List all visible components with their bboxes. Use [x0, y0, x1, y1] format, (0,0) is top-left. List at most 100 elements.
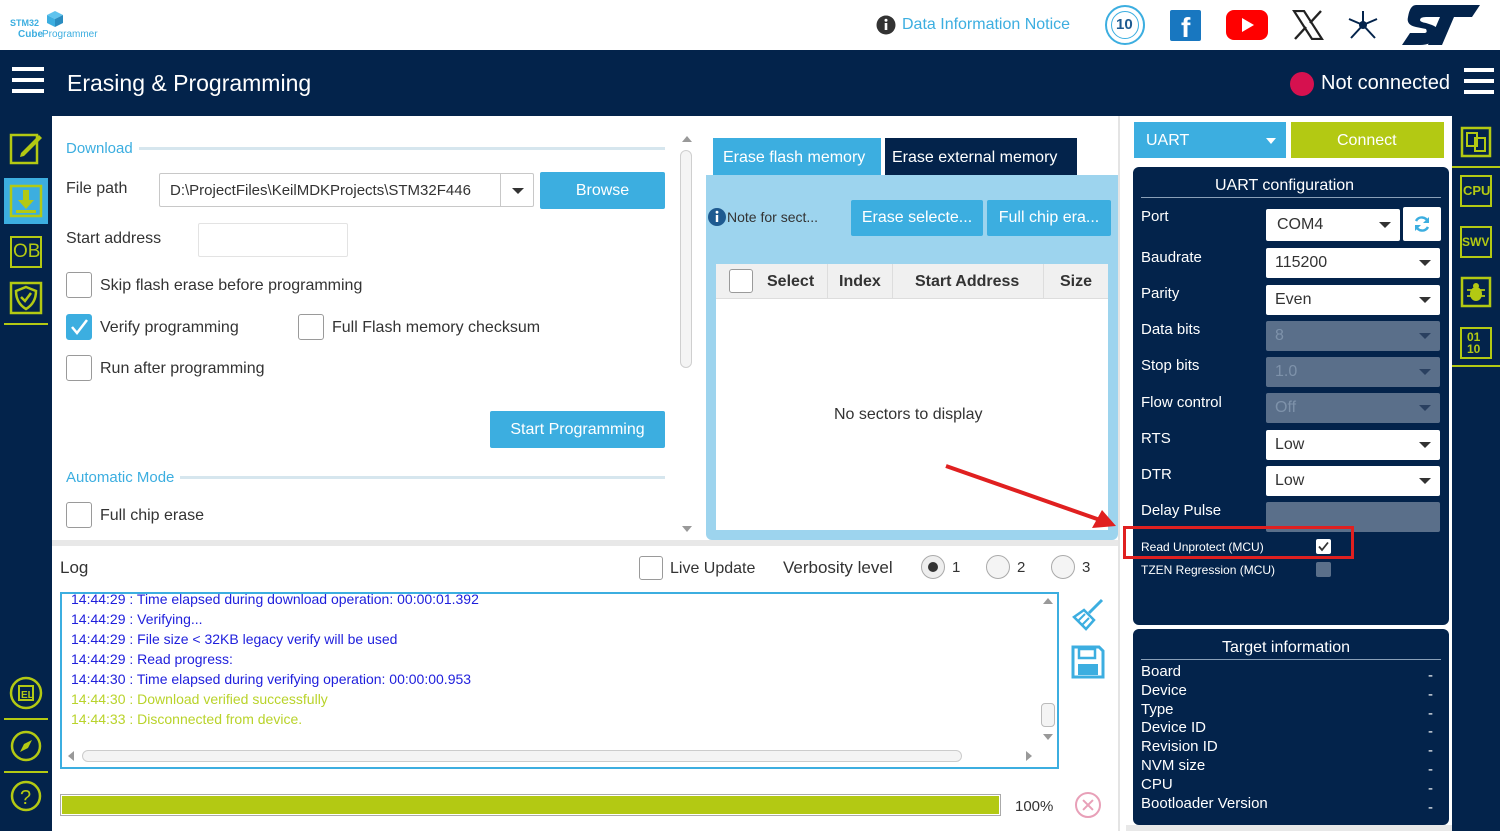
- target-info-label: Board: [1141, 663, 1182, 680]
- youtube-icon[interactable]: [1226, 10, 1268, 40]
- interface-select[interactable]: UART: [1134, 122, 1286, 158]
- logo-text-stm32: STM32: [10, 18, 40, 28]
- full-flash-checksum-checkbox[interactable]: [298, 314, 324, 340]
- file-path-combobox[interactable]: D:\ProjectFiles\KeilMDKProjects\STM32F44…: [159, 173, 534, 207]
- verbosity-radio-3[interactable]: [1051, 555, 1075, 579]
- svg-text:?: ?: [20, 787, 31, 809]
- facebook-icon[interactable]: f: [1170, 10, 1201, 43]
- tzen-regression-label: TZEN Regression (MCU): [1141, 563, 1276, 577]
- tab-erase-external-memory[interactable]: Erase external memory: [885, 138, 1077, 176]
- refresh-icon: [1414, 216, 1430, 232]
- dtr-select[interactable]: Low: [1266, 466, 1440, 496]
- binary-icon[interactable]: 01 10: [1460, 327, 1492, 359]
- browse-button[interactable]: Browse: [540, 172, 665, 209]
- interface-value: UART: [1146, 132, 1190, 149]
- verbosity-radio-1[interactable]: [921, 555, 945, 579]
- binary-icon-bottom: 10: [1467, 342, 1481, 356]
- dtr-label: DTR: [1141, 466, 1172, 483]
- col-index[interactable]: Index: [839, 273, 881, 291]
- target-info-label: Device: [1141, 681, 1187, 699]
- log-horizontal-scrollbar[interactable]: [62, 747, 1040, 765]
- help-icon: ?: [10, 780, 42, 812]
- notice-label: Data Information Notice: [902, 16, 1071, 33]
- start-address-input[interactable]: [198, 223, 348, 257]
- run-after-programming-checkbox[interactable]: [66, 355, 92, 381]
- ob-icon: OB: [10, 236, 42, 268]
- connect-button[interactable]: Connect: [1291, 122, 1444, 158]
- col-select[interactable]: Select: [767, 273, 814, 291]
- anniversary-badge-icon[interactable]: 10: [1105, 5, 1145, 45]
- nav-option-bytes[interactable]: OB: [4, 232, 48, 272]
- data-bits-select: 8: [1266, 321, 1440, 351]
- target-info-label: Type: [1141, 700, 1174, 718]
- verbosity-radio-2[interactable]: [986, 555, 1010, 579]
- network-icon[interactable]: [1346, 9, 1380, 41]
- target-info-label: Device ID: [1141, 719, 1207, 737]
- sectors-table-header: Select Index Start Address Size: [716, 264, 1108, 299]
- save-icon[interactable]: [1071, 645, 1105, 679]
- rts-select[interactable]: Low: [1266, 430, 1440, 460]
- file-path-label: File path: [66, 180, 128, 197]
- col-size[interactable]: Size: [1060, 273, 1092, 291]
- nav-erasing-programming[interactable]: [4, 178, 48, 224]
- log-output[interactable]: 14:44:29 : Time elapsed during download …: [60, 592, 1059, 769]
- verify-programming-checkbox[interactable]: [66, 314, 92, 340]
- erase-selected-button[interactable]: Erase selecte...: [851, 200, 983, 236]
- select-all-checkbox[interactable]: [729, 269, 753, 293]
- stop-bits-label: Stop bits: [1141, 357, 1200, 374]
- baudrate-value: 115200: [1275, 254, 1328, 271]
- download-panel-scrollbar[interactable]: [678, 132, 694, 538]
- scrollbar-thumb[interactable]: [680, 150, 692, 368]
- target-info-value: -: [1428, 723, 1433, 741]
- nav-debug[interactable]: [1458, 274, 1494, 310]
- cpu-icon[interactable]: CPU: [1460, 175, 1492, 207]
- flow-control-value: Off: [1275, 399, 1297, 416]
- tab-erase-flash-memory[interactable]: Erase flash memory: [713, 138, 881, 176]
- col-start-address[interactable]: Start Address: [915, 273, 1019, 291]
- menu-icon[interactable]: [12, 67, 44, 95]
- nav-el[interactable]: EL: [4, 671, 48, 715]
- log-line: 14:44:30 : Download verified successfull…: [71, 691, 328, 707]
- refresh-ports-button[interactable]: [1403, 207, 1441, 241]
- st-logo-icon[interactable]: [1402, 5, 1480, 45]
- options-menu-icon[interactable]: [1464, 68, 1494, 96]
- progress-bar: [60, 794, 1001, 816]
- log-panel: Log Live Update Verbosity level 1 2 3 14…: [52, 546, 1118, 831]
- log-vertical-scrollbar[interactable]: [1040, 594, 1056, 746]
- note-label: Note for sect...: [727, 209, 819, 225]
- broom-icon[interactable]: [1072, 598, 1106, 632]
- data-bits-label: Data bits: [1141, 321, 1201, 338]
- parity-select[interactable]: Even: [1266, 285, 1440, 315]
- rts-value: Low: [1275, 436, 1305, 453]
- nav-compare[interactable]: [1458, 124, 1494, 162]
- shield-icon: [9, 281, 43, 315]
- target-info-label: Bootloader Version: [1141, 794, 1268, 812]
- chevron-down-icon: [512, 188, 524, 194]
- verbosity-option-2: 2: [1017, 559, 1026, 576]
- empty-table-message: No sectors to display: [834, 406, 983, 423]
- log-line: 14:44:29 : File size < 32KB legacy verif…: [71, 631, 398, 647]
- nav-help[interactable]: ?: [4, 776, 48, 820]
- verbosity-label: Verbosity level: [783, 558, 893, 577]
- baudrate-select[interactable]: 115200: [1266, 248, 1440, 278]
- live-update-checkbox[interactable]: [639, 556, 663, 580]
- live-update-label: Live Update: [670, 560, 756, 577]
- skip-erase-checkbox[interactable]: [66, 272, 92, 298]
- full-chip-erase-checkbox[interactable]: [66, 502, 92, 528]
- start-programming-button[interactable]: Start Programming: [490, 411, 665, 448]
- swv-icon[interactable]: SWV: [1460, 226, 1492, 258]
- cube-icon: [47, 11, 63, 27]
- verbosity-option-1: 1: [952, 559, 961, 576]
- nav-security[interactable]: [4, 278, 48, 318]
- tab-erase-external-label: Erase external memory: [892, 149, 1058, 166]
- target-info-value: -: [1428, 761, 1433, 778]
- x-icon[interactable]: [1292, 10, 1324, 40]
- nav-memory-editing[interactable]: [4, 126, 48, 170]
- target-info-label: NVM size: [1141, 757, 1206, 774]
- full-chip-erase-button[interactable]: Full chip era...: [987, 200, 1111, 236]
- target-info-value: -: [1428, 685, 1433, 703]
- progress-fill: [62, 796, 999, 814]
- cancel-icon[interactable]: [1075, 792, 1101, 818]
- port-select[interactable]: COM4: [1266, 209, 1400, 241]
- nav-compass[interactable]: [4, 724, 48, 768]
